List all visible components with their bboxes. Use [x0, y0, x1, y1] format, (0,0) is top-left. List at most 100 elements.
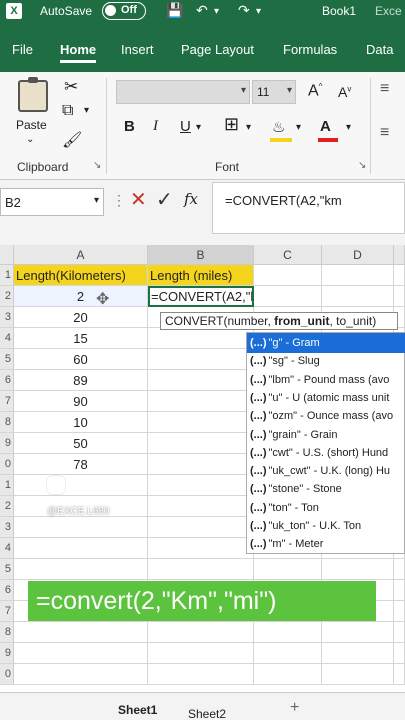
cell-a5[interactable]: 60 [14, 349, 148, 370]
cell-e18[interactable] [394, 622, 405, 643]
paste-icon[interactable] [18, 77, 48, 112]
cell-e17[interactable] [394, 601, 405, 622]
column-header-a[interactable]: A [14, 245, 148, 265]
cell-e20[interactable] [394, 664, 405, 685]
font-color-dropdown-icon[interactable]: ▾ [346, 122, 351, 133]
autocomplete-item[interactable]: (...) "cwt" - U.S. (short) Hund [247, 443, 405, 463]
sheet-tab-2[interactable]: Sheet2 [188, 707, 226, 720]
font-name-select[interactable]: ▾ [116, 80, 250, 104]
cell-a18[interactable] [14, 622, 148, 643]
bold-button[interactable]: B [124, 118, 135, 135]
tab-data[interactable]: Data [366, 42, 393, 57]
redo-icon[interactable]: ↷ [238, 2, 250, 19]
autocomplete-item[interactable]: (...) "ozm" - Ounce mass (avo [247, 406, 405, 426]
row-header[interactable]: 8 [0, 412, 14, 433]
add-sheet-icon[interactable]: + [290, 699, 299, 717]
insert-function-icon[interactable]: fx [184, 190, 198, 208]
decrease-font-size-icon[interactable]: Av [338, 84, 351, 100]
row-header[interactable]: 7 [0, 601, 14, 622]
borders-dropdown-icon[interactable]: ▾ [246, 122, 251, 133]
cell-a15[interactable] [14, 559, 148, 580]
cell-b9[interactable] [148, 433, 254, 454]
undo-icon[interactable]: ↶ [196, 2, 208, 19]
font-color-icon[interactable]: A [320, 118, 331, 135]
autocomplete-item[interactable]: (...) "uk_ton" - U.K. Ton [247, 516, 405, 536]
more-options-icon[interactable]: ⋮ [112, 192, 126, 209]
cell-e16[interactable] [394, 580, 405, 601]
row-header[interactable]: 6 [0, 580, 14, 601]
align-left-icon[interactable]: ≡ [380, 124, 389, 142]
autocomplete-item[interactable]: (...) "grain" - Grain [247, 425, 405, 445]
fill-color-icon[interactable]: ♨ [272, 118, 285, 136]
cell-c20[interactable] [254, 664, 322, 685]
autocomplete-item[interactable]: (...) "ton" - Ton [247, 498, 405, 518]
tab-insert[interactable]: Insert [121, 42, 154, 57]
row-header[interactable]: 0 [0, 454, 14, 475]
formula-input[interactable]: =CONVERT(A2,"km [212, 182, 405, 234]
cell-a19[interactable] [14, 643, 148, 664]
enter-check-icon[interactable]: ✓ [156, 187, 173, 212]
autocomplete-item[interactable]: (...) "g" - Gram [247, 333, 405, 353]
row-header[interactable]: 4 [0, 538, 14, 559]
row-header[interactable]: 3 [0, 517, 14, 538]
autosave-toggle[interactable]: Off [102, 2, 146, 20]
tab-formulas[interactable]: Formulas [283, 42, 337, 57]
cell-b12[interactable] [148, 496, 254, 517]
cell-b19[interactable] [148, 643, 254, 664]
row-header[interactable]: 3 [0, 307, 14, 328]
cell-b14[interactable] [148, 538, 254, 559]
cell-b20[interactable] [148, 664, 254, 685]
cell-a8[interactable]: 10 [14, 412, 148, 433]
paste-button[interactable]: Paste [16, 118, 47, 132]
autocomplete-item[interactable]: (...) "m" - Meter [247, 534, 405, 554]
cell-d20[interactable] [322, 664, 394, 685]
font-launcher-icon[interactable]: ↘ [358, 160, 366, 171]
row-header[interactable]: 8 [0, 622, 14, 643]
cell-c2[interactable] [254, 286, 322, 307]
row-header[interactable]: 5 [0, 349, 14, 370]
cell-d2[interactable] [322, 286, 394, 307]
row-header[interactable]: 6 [0, 370, 14, 391]
sheet-tab-1[interactable]: Sheet1 [118, 703, 157, 717]
copy-dropdown-icon[interactable]: ▾ [84, 105, 89, 116]
cell-b6[interactable] [148, 370, 254, 391]
row-header[interactable]: 2 [0, 496, 14, 517]
align-top-icon[interactable]: ≡ [380, 80, 389, 98]
paste-chevron-icon[interactable]: ⌄ [26, 134, 34, 145]
italic-button[interactable]: I [153, 118, 158, 135]
font-size-select[interactable]: 11 ▾ [252, 80, 296, 104]
cell-a20[interactable] [14, 664, 148, 685]
cell-a9[interactable]: 50 [14, 433, 148, 454]
cell-a13[interactable] [14, 517, 148, 538]
increase-font-size-icon[interactable]: A^ [308, 82, 322, 100]
cell-d1[interactable] [322, 265, 394, 286]
format-painter-icon[interactable]: 🖌 [62, 130, 82, 150]
cell-c15[interactable] [254, 559, 322, 580]
cell-c18[interactable] [254, 622, 322, 643]
column-header-b[interactable]: B [148, 245, 254, 265]
cell-d15[interactable] [322, 559, 394, 580]
row-header[interactable]: 1 [0, 475, 14, 496]
copy-icon[interactable]: ⧉ [62, 102, 73, 120]
cell-e2[interactable] [394, 286, 405, 307]
row-header[interactable]: 4 [0, 328, 14, 349]
cell-b8[interactable] [148, 412, 254, 433]
clipboard-launcher-icon[interactable]: ↘ [93, 160, 101, 171]
underline-dropdown-icon[interactable]: ▾ [196, 122, 201, 133]
column-header-d[interactable]: D [322, 245, 394, 265]
tab-page-layout[interactable]: Page Layout [181, 42, 254, 57]
undo-dropdown-icon[interactable]: ▾ [214, 6, 219, 17]
cell-a3[interactable]: 20 [14, 307, 148, 328]
name-box[interactable]: B2 ▾ [0, 188, 104, 216]
cell-a6[interactable]: 89 [14, 370, 148, 391]
cell-a4[interactable]: 15 [14, 328, 148, 349]
save-icon[interactable]: 💾 [166, 2, 183, 19]
fill-dropdown-icon[interactable]: ▾ [296, 122, 301, 133]
autocomplete-item[interactable]: (...) "u" - U (atomic mass unit [247, 388, 405, 408]
cell-b1[interactable]: Length (miles) [148, 265, 254, 286]
row-header[interactable]: 9 [0, 643, 14, 664]
select-all-corner[interactable] [0, 245, 14, 265]
row-header[interactable]: 2 [0, 286, 14, 307]
row-header[interactable]: 0 [0, 664, 14, 685]
cell-a14[interactable] [14, 538, 148, 559]
